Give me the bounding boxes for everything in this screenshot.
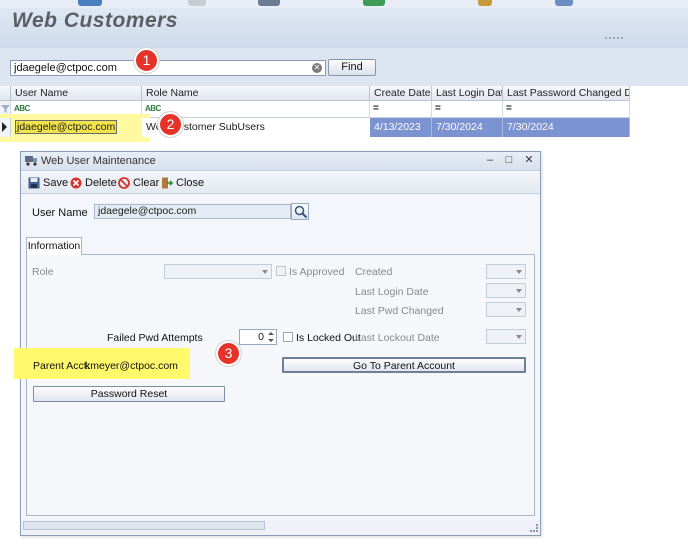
close-label: Close — [176, 177, 205, 189]
failed-pwd-attempts-spinner[interactable]: 0 — [239, 329, 277, 345]
row-indicator[interactable] — [0, 118, 11, 137]
last-login-date-picker[interactable] — [486, 283, 526, 298]
spinner-down-icon[interactable] — [268, 339, 274, 342]
resize-grip-icon[interactable] — [530, 524, 538, 532]
annotation-badge-3: 3 — [216, 341, 241, 366]
exit-door-icon — [162, 177, 173, 189]
search-box[interactable]: ✕ — [10, 60, 326, 76]
row-arrow-icon — [2, 122, 7, 132]
chevron-down-icon — [262, 270, 268, 274]
filter-last-password-changed-date[interactable]: = — [503, 101, 630, 118]
delete-icon — [70, 177, 82, 189]
annotation-badge-1: 1 — [134, 48, 159, 73]
toolbar-icon[interactable] — [478, 0, 492, 6]
clear-label: Clear — [133, 177, 160, 189]
app-top-toolbar-strip — [0, 0, 688, 8]
table-row-create-date[interactable]: 4/13/2023 — [370, 118, 432, 137]
chevron-down-icon — [516, 308, 522, 312]
table-row-last-login-date[interactable]: 7/30/2024 — [432, 118, 503, 137]
role-select[interactable] — [164, 264, 272, 279]
created-label: Created — [355, 266, 393, 278]
table-row-user-name[interactable]: jdaegele@ctpoc.com — [11, 118, 142, 137]
last-pwd-changed-label: Last Pwd Changed — [355, 305, 444, 317]
clear-icon[interactable]: ✕ — [312, 63, 322, 73]
save-button[interactable]: Save — [28, 175, 68, 191]
equals-filter-icon: = — [435, 103, 441, 114]
information-tab-panel — [26, 254, 535, 516]
toolbar-icon[interactable] — [78, 0, 102, 6]
magnifier-icon — [294, 205, 308, 219]
password-reset-button[interactable]: Password Reset — [33, 386, 225, 402]
toolbar-icon[interactable] — [188, 0, 206, 6]
header-grip-icon — [605, 37, 623, 40]
delete-button[interactable]: Delete — [70, 175, 117, 191]
last-lockout-date-label: Last Lockout Date — [355, 332, 440, 344]
table-row-last-password-changed-date[interactable]: 7/30/2024 — [503, 118, 630, 137]
user-lookup-button[interactable] — [291, 203, 309, 220]
page-title: Web Customers — [12, 9, 178, 32]
filter-last-login-date[interactable]: = — [432, 101, 503, 118]
equals-filter-icon: = — [506, 103, 512, 114]
toolbar-icon[interactable] — [258, 0, 280, 6]
save-label: Save — [43, 177, 69, 189]
find-button[interactable]: Find — [328, 59, 376, 76]
last-lockout-date-picker[interactable] — [486, 329, 526, 344]
toolbar-icon[interactable] — [555, 0, 573, 6]
filter-create-date[interactable]: = — [370, 101, 432, 118]
is-approved-label: Is Approved — [289, 266, 345, 278]
filter-icon — [1, 105, 10, 113]
dialog-title: Web User Maintenance — [41, 155, 156, 167]
column-header-last-login-date[interactable]: Last Login Date — [432, 86, 503, 101]
truck-icon — [25, 156, 37, 166]
go-to-parent-account-button[interactable]: Go To Parent Account — [282, 357, 526, 373]
role-label: Role — [32, 266, 54, 278]
toolbar-icon[interactable] — [363, 0, 385, 6]
tab-information[interactable]: Information — [26, 237, 82, 255]
last-pwd-changed-picker[interactable] — [486, 302, 526, 317]
search-input[interactable] — [14, 61, 304, 75]
failed-pwd-attempts-value: 0 — [258, 331, 264, 343]
close-window-button[interactable]: ✕ — [521, 153, 537, 168]
no-entry-icon — [118, 177, 130, 189]
horizontal-scrollbar[interactable] — [23, 521, 265, 530]
last-login-date-label: Last Login Date — [355, 286, 429, 298]
chevron-down-icon — [516, 335, 522, 339]
column-header-user-name[interactable]: User Name — [11, 86, 142, 101]
chevron-down-icon — [516, 270, 522, 274]
clear-button[interactable]: Clear — [118, 175, 159, 191]
column-header-role-name[interactable]: Role Name — [142, 86, 370, 101]
is-locked-out-label: Is Locked Out — [296, 332, 361, 344]
save-icon — [28, 177, 40, 189]
spinner-up-icon[interactable] — [268, 332, 274, 335]
minimize-button[interactable]: – — [482, 153, 498, 168]
equals-filter-icon: = — [373, 103, 379, 114]
is-approved-checkbox[interactable] — [276, 266, 286, 276]
maximize-button[interactable]: □ — [501, 153, 517, 168]
created-date-picker[interactable] — [486, 264, 526, 279]
column-header-last-password-changed-date[interactable]: Last Password Changed Date — [503, 86, 630, 101]
column-header-create-date[interactable]: Create Date — [370, 86, 432, 101]
close-button[interactable]: Close — [161, 175, 204, 191]
is-locked-out-checkbox[interactable] — [283, 332, 293, 342]
user-name-field[interactable]: jdaegele@ctpoc.com — [94, 204, 291, 219]
user-name-label: User Name — [32, 207, 88, 219]
parent-acct-label: Parent Acct: — [33, 360, 90, 372]
annotation-badge-2: 2 — [158, 112, 183, 137]
failed-pwd-attempts-label: Failed Pwd Attempts — [107, 332, 203, 344]
parent-acct-value: kmeyer@ctpoc.com — [85, 360, 178, 372]
cell-user-name: jdaegele@ctpoc.com — [15, 120, 118, 134]
delete-label: Delete — [85, 177, 117, 189]
grid-header-corner — [0, 86, 11, 101]
chevron-down-icon — [516, 289, 522, 293]
